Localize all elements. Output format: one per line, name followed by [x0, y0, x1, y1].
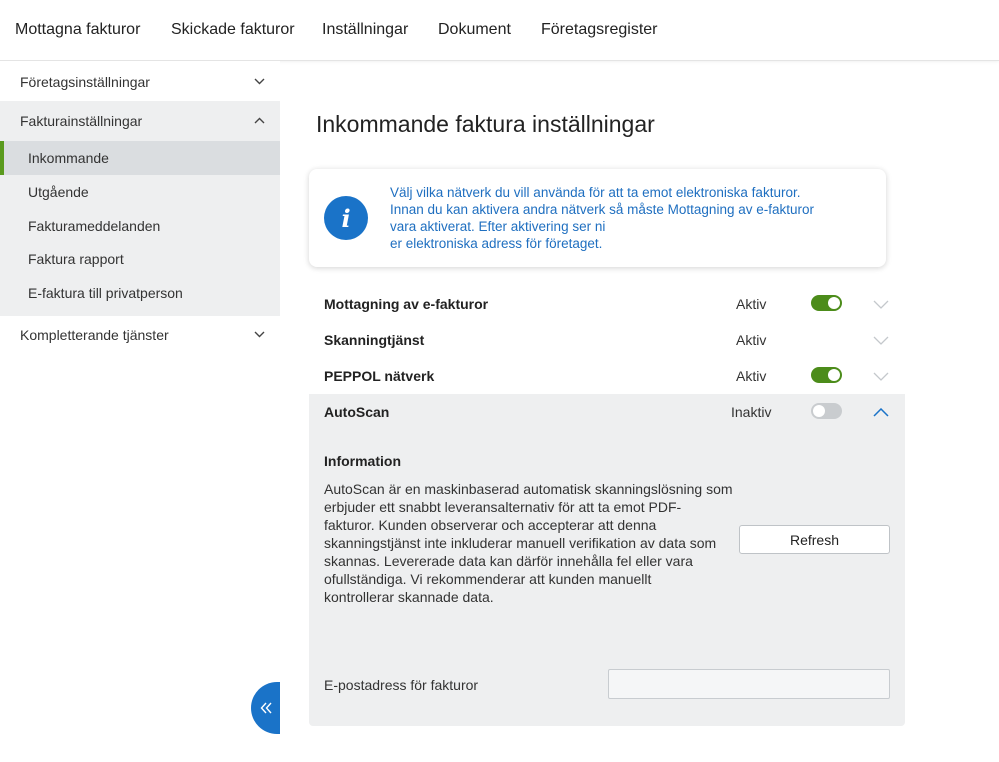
- top-navigation: Mottagna fakturor Skickade fakturor Inst…: [0, 0, 999, 61]
- sidebar-item-label: Utgående: [28, 184, 89, 200]
- chevron-down-icon: [254, 78, 265, 85]
- description-line: erbjuder ett snabbt leveransalternativ f…: [324, 499, 682, 515]
- sidebar-item-label: Företagsinställningar: [20, 74, 150, 90]
- toggle-switch[interactable]: [811, 403, 842, 419]
- service-row-peppol: PEPPOL nätverk Aktiv: [309, 358, 905, 394]
- toggle-knob: [828, 297, 840, 309]
- chevron-down-icon: [254, 331, 265, 338]
- toggle-knob: [828, 369, 840, 381]
- info-line: Innan du kan aktivera andra nätverk så m…: [390, 202, 814, 217]
- description-line: fakturor. Kunden observerar och accepter…: [324, 517, 657, 533]
- nav-documents[interactable]: Dokument: [438, 21, 511, 39]
- description-line: skanningstjänst inte inkluderar manuell …: [324, 535, 717, 551]
- service-row-scanning: Skanningtjänst Aktiv: [309, 322, 905, 358]
- sidebar-item-outgoing[interactable]: Utgående: [0, 175, 280, 209]
- info-line: Välj vilka nätverk du vill använda för a…: [390, 185, 801, 200]
- main-content: Inkommande faktura inställningar i Välj …: [280, 61, 999, 762]
- nav-sent-invoices[interactable]: Skickade fakturor: [171, 21, 295, 39]
- sidebar-item-incoming[interactable]: Inkommande: [0, 141, 280, 175]
- status-label: Aktiv: [736, 296, 767, 312]
- status-label: Aktiv: [736, 368, 767, 384]
- sidebar-item-label: E-faktura till privatperson: [28, 285, 183, 301]
- chevron-up-icon: [254, 117, 265, 124]
- toggle-switch[interactable]: [811, 367, 842, 383]
- sidebar-item-label: Faktura rapport: [28, 251, 124, 267]
- chevron-down-icon[interactable]: [873, 300, 889, 309]
- toggle-knob: [813, 405, 825, 417]
- info-line: er elektroniska adress för företaget.: [390, 236, 603, 251]
- nav-received-invoices[interactable]: Mottagna fakturor: [15, 21, 140, 39]
- sidebar-item-label: Fakturainställningar: [20, 113, 143, 129]
- autoscan-description: AutoScan är en maskinbaserad automatisk …: [324, 480, 744, 606]
- description-line: skannas. Levererade data kan därför inne…: [324, 553, 693, 569]
- info-box: i Välj vilka nätverk du vill använda för…: [309, 169, 886, 267]
- refresh-button[interactable]: Refresh: [739, 525, 890, 554]
- info-text: Välj vilka nätverk du vill använda för a…: [390, 184, 870, 252]
- status-label: Aktiv: [736, 332, 767, 348]
- section-label: Information: [324, 453, 401, 469]
- page-title: Inkommande faktura inställningar: [316, 111, 655, 137]
- chevron-up-icon[interactable]: [873, 408, 889, 417]
- sidebar-item-invoice-report[interactable]: Faktura rapport: [0, 242, 280, 276]
- description-line: kontrollerar skannade data.: [324, 589, 494, 605]
- double-chevron-left-icon: [260, 702, 272, 714]
- sidebar: Företagsinställningar Fakturainställning…: [0, 61, 280, 762]
- status-label: Inaktiv: [731, 404, 772, 420]
- sidebar-item-invoice-settings[interactable]: Fakturainställningar: [0, 101, 280, 141]
- sidebar-item-label: Kompletterande tjänster: [20, 327, 169, 343]
- service-name: Skanningtjänst: [324, 332, 425, 348]
- toggle-switch[interactable]: [811, 295, 842, 311]
- service-row-autoscan: AutoScan Inaktiv: [309, 394, 905, 430]
- info-line: vara aktiverat. Efter aktivering ser ni: [390, 219, 606, 234]
- email-field-label: E-postadress för fakturor: [324, 677, 479, 693]
- sidebar-item-label: Inkommande: [28, 150, 109, 166]
- sidebar-group-invoice-settings: Fakturainställningar Inkommande Utgående…: [0, 101, 280, 316]
- sidebar-item-extra-services[interactable]: Kompletterande tjänster: [0, 315, 280, 355]
- info-icon: i: [324, 196, 368, 240]
- chevron-down-icon[interactable]: [873, 372, 889, 381]
- service-name: AutoScan: [324, 404, 390, 420]
- nav-company-register[interactable]: Företagsregister: [541, 21, 658, 39]
- nav-settings[interactable]: Inställningar: [322, 21, 408, 39]
- sidebar-item-label: Fakturameddelanden: [28, 218, 161, 234]
- chevron-down-icon[interactable]: [873, 336, 889, 345]
- description-line: AutoScan är en maskinbaserad automatisk …: [324, 481, 733, 497]
- sidebar-item-einvoice-private[interactable]: E-faktura till privatperson: [0, 276, 280, 310]
- sidebar-item-invoice-messages[interactable]: Fakturameddelanden: [0, 209, 280, 243]
- email-field[interactable]: [608, 669, 890, 699]
- description-line: ofullständiga. Vi rekommenderar att kund…: [324, 571, 652, 587]
- sidebar-item-company-settings[interactable]: Företagsinställningar: [0, 62, 280, 102]
- service-name: PEPPOL nätverk: [324, 368, 435, 384]
- service-name: Mottagning av e-fakturor: [324, 296, 489, 312]
- service-row-einvoice-reception: Mottagning av e-fakturor Aktiv: [309, 286, 905, 322]
- autoscan-panel: Information AutoScan är en maskinbaserad…: [309, 394, 905, 726]
